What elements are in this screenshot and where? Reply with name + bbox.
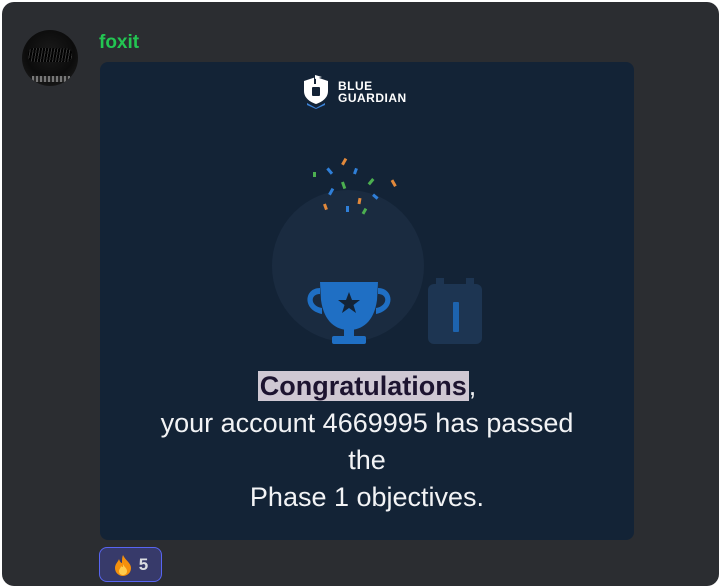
trophy-illustration xyxy=(272,157,482,344)
body-line-1: your account 4669995 has passed xyxy=(160,408,574,438)
brand-line-2: GUARDIAN xyxy=(338,91,407,105)
achievement-message: Congratulations, your account 4669995 ha… xyxy=(100,368,634,516)
chat-message-container: foxit BLUE GUARDIAN Congratulations, you… xyxy=(2,2,719,586)
headline-row: Congratulations, xyxy=(100,368,634,405)
body-line-3: Phase 1 objectives. xyxy=(249,482,485,512)
avatar-scribble xyxy=(28,48,72,62)
embed-image-card[interactable]: BLUE GUARDIAN Congratulations, your acco… xyxy=(100,62,634,540)
headline-punctuation: , xyxy=(468,371,477,401)
headline-text: Congratulations xyxy=(257,371,469,401)
body-line-2: the xyxy=(348,445,386,475)
author-name[interactable]: foxit xyxy=(99,32,139,54)
brand-logo: BLUE GUARDIAN xyxy=(302,72,407,112)
reaction-fire[interactable]: 5 xyxy=(99,547,162,582)
brand-wordmark: BLUE GUARDIAN xyxy=(338,80,407,104)
reaction-count: 5 xyxy=(138,554,149,574)
avatar[interactable] xyxy=(22,30,78,86)
avatar-tag xyxy=(32,76,70,82)
phone-icon xyxy=(428,278,482,344)
guardian-shield-icon xyxy=(304,75,328,109)
fire-icon xyxy=(114,554,131,576)
